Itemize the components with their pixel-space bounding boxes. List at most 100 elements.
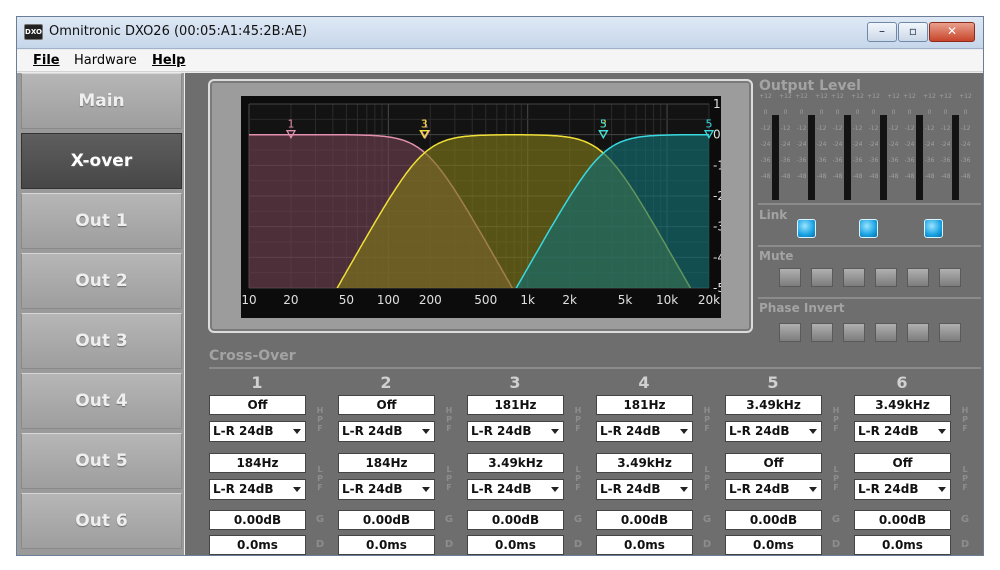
level-scale-label: -12 — [816, 125, 827, 132]
delay-field-3[interactable]: 0.0ms — [467, 535, 564, 555]
lpf-slope-select-4[interactable]: L-R 24dB — [596, 479, 693, 500]
channel-number-1: 1 — [251, 373, 263, 392]
minimize-button[interactable]: – — [867, 22, 897, 42]
delay-field-5[interactable]: 0.0ms — [725, 535, 822, 555]
phase-invert-button-3[interactable] — [843, 323, 865, 342]
level-scale-label: -48 — [960, 173, 971, 180]
nav-out-4[interactable]: Out 4 — [21, 373, 182, 429]
menu-help[interactable]: Help — [152, 53, 185, 68]
lpf-label: L P F — [833, 465, 839, 492]
mute-button-4[interactable] — [875, 268, 897, 287]
level-scale-label: -48 — [888, 173, 899, 180]
delay-field-6[interactable]: 0.0ms — [854, 535, 951, 555]
lpf-slope-select-1[interactable]: L-R 24dB — [209, 479, 306, 500]
gain-label: G — [960, 514, 970, 525]
gain-field-6[interactable]: 0.00dB — [854, 510, 951, 530]
delay-field-2[interactable]: 0.0ms — [338, 535, 435, 555]
nav-x-over[interactable]: X-over — [21, 133, 182, 189]
mute-button-2[interactable] — [811, 268, 833, 287]
lpf-frequency-field-2[interactable]: 184Hz — [338, 453, 435, 473]
level-scale-label: -36 — [904, 157, 915, 164]
gain-field-3[interactable]: 0.00dB — [467, 510, 564, 530]
level-scale-label: -12 — [924, 125, 935, 132]
dropdown-arrow-icon — [551, 487, 559, 492]
lpf-slope-select-5[interactable]: L-R 24dB — [725, 479, 822, 500]
delay-field-1[interactable]: 0.0ms — [209, 535, 306, 555]
divider — [209, 367, 981, 369]
lpf-frequency-field-6[interactable]: Off — [854, 453, 951, 473]
lpf-frequency-field-4[interactable]: 3.49kHz — [596, 453, 693, 473]
x-tick-label: 5k — [618, 293, 633, 307]
phase-invert-button-2[interactable] — [811, 323, 833, 342]
phase-invert-button-1[interactable] — [779, 323, 801, 342]
hpf-slope-select-4[interactable]: L-R 24dB — [596, 421, 693, 442]
hpf-slope-select-5[interactable]: L-R 24dB — [725, 421, 822, 442]
level-scale-label: -48 — [780, 173, 791, 180]
level-scale-label: +12 — [759, 93, 772, 100]
mute-button-6[interactable] — [939, 268, 961, 287]
lpf-frequency-field-1[interactable]: 184Hz — [209, 453, 306, 473]
link-button-3-4[interactable] — [859, 219, 878, 238]
close-button[interactable]: ✕ — [929, 22, 975, 42]
channel-number-3: 3 — [509, 373, 521, 392]
level-scale-label: -12 — [796, 125, 807, 132]
mute-button-5[interactable] — [907, 268, 929, 287]
hpf-label: H P F — [574, 406, 582, 433]
menu-hardware[interactable]: Hardware — [74, 53, 137, 68]
hpf-slope-value: L-R 24dB — [471, 424, 532, 438]
hpf-slope-value: L-R 24dB — [600, 424, 661, 438]
delay-field-4[interactable]: 0.0ms — [596, 535, 693, 555]
dropdown-arrow-icon — [680, 487, 688, 492]
gain-field-5[interactable]: 0.00dB — [725, 510, 822, 530]
lpf-label: L P F — [575, 465, 581, 492]
level-scale-label: -36 — [796, 157, 807, 164]
hpf-frequency-field-3[interactable]: 181Hz — [467, 395, 564, 415]
mute-button-3[interactable] — [843, 268, 865, 287]
nav-out-5[interactable]: Out 5 — [21, 433, 182, 489]
link-button-5-6[interactable] — [924, 219, 943, 238]
lpf-slope-select-2[interactable]: L-R 24dB — [338, 479, 435, 500]
phase-invert-button-5[interactable] — [907, 323, 929, 342]
hpf-frequency-field-4[interactable]: 181Hz — [596, 395, 693, 415]
link-button-1-2[interactable] — [797, 219, 816, 238]
y-tick-label: -30 — [713, 220, 721, 234]
lpf-slope-select-6[interactable]: L-R 24dB — [854, 479, 951, 500]
lpf-slope-value: L-R 24dB — [471, 482, 532, 496]
nav-out-1[interactable]: Out 1 — [21, 193, 182, 249]
menu-file[interactable]: File — [33, 53, 60, 68]
mute-button-1[interactable] — [779, 268, 801, 287]
hpf-slope-select-1[interactable]: L-R 24dB — [209, 421, 306, 442]
hpf-frequency-field-5[interactable]: 3.49kHz — [725, 395, 822, 415]
nav-out-3[interactable]: Out 3 — [21, 313, 182, 369]
gain-field-4[interactable]: 0.00dB — [596, 510, 693, 530]
lpf-slope-select-3[interactable]: L-R 24dB — [467, 479, 564, 500]
level-scale-label: -48 — [760, 173, 771, 180]
hpf-slope-select-3[interactable]: L-R 24dB — [467, 421, 564, 442]
level-scale-label: -36 — [868, 157, 879, 164]
lpf-frequency-field-3[interactable]: 3.49kHz — [467, 453, 564, 473]
maximize-button[interactable]: ▫ — [898, 22, 928, 42]
phase-invert-button-4[interactable] — [875, 323, 897, 342]
divider — [758, 203, 981, 205]
hpf-slope-select-2[interactable]: L-R 24dB — [338, 421, 435, 442]
level-scale-label: 0 — [943, 109, 948, 116]
lpf-slope-value: L-R 24dB — [600, 482, 661, 496]
level-scale-label: -24 — [832, 141, 843, 148]
window-title: Omnitronic DXO26 (00:05:A1:45:2B:AE) — [49, 24, 308, 39]
level-scale-label: +12 — [831, 93, 844, 100]
nav-out-6[interactable]: Out 6 — [21, 493, 182, 549]
nav-main[interactable]: Main — [21, 73, 182, 129]
hpf-slope-select-6[interactable]: L-R 24dB — [854, 421, 951, 442]
lpf-frequency-field-5[interactable]: Off — [725, 453, 822, 473]
hpf-frequency-field-1[interactable]: Off — [209, 395, 306, 415]
hpf-frequency-field-6[interactable]: 3.49kHz — [854, 395, 951, 415]
channel-number-2: 2 — [380, 373, 392, 392]
gain-field-1[interactable]: 0.00dB — [209, 510, 306, 530]
gain-field-2[interactable]: 0.00dB — [338, 510, 435, 530]
nav-out-2[interactable]: Out 2 — [21, 253, 182, 309]
x-tick-label: 10k — [656, 293, 678, 307]
phase-invert-button-6[interactable] — [939, 323, 961, 342]
dropdown-arrow-icon — [293, 487, 301, 492]
hpf-frequency-field-2[interactable]: Off — [338, 395, 435, 415]
level-scale-label: -48 — [816, 173, 827, 180]
